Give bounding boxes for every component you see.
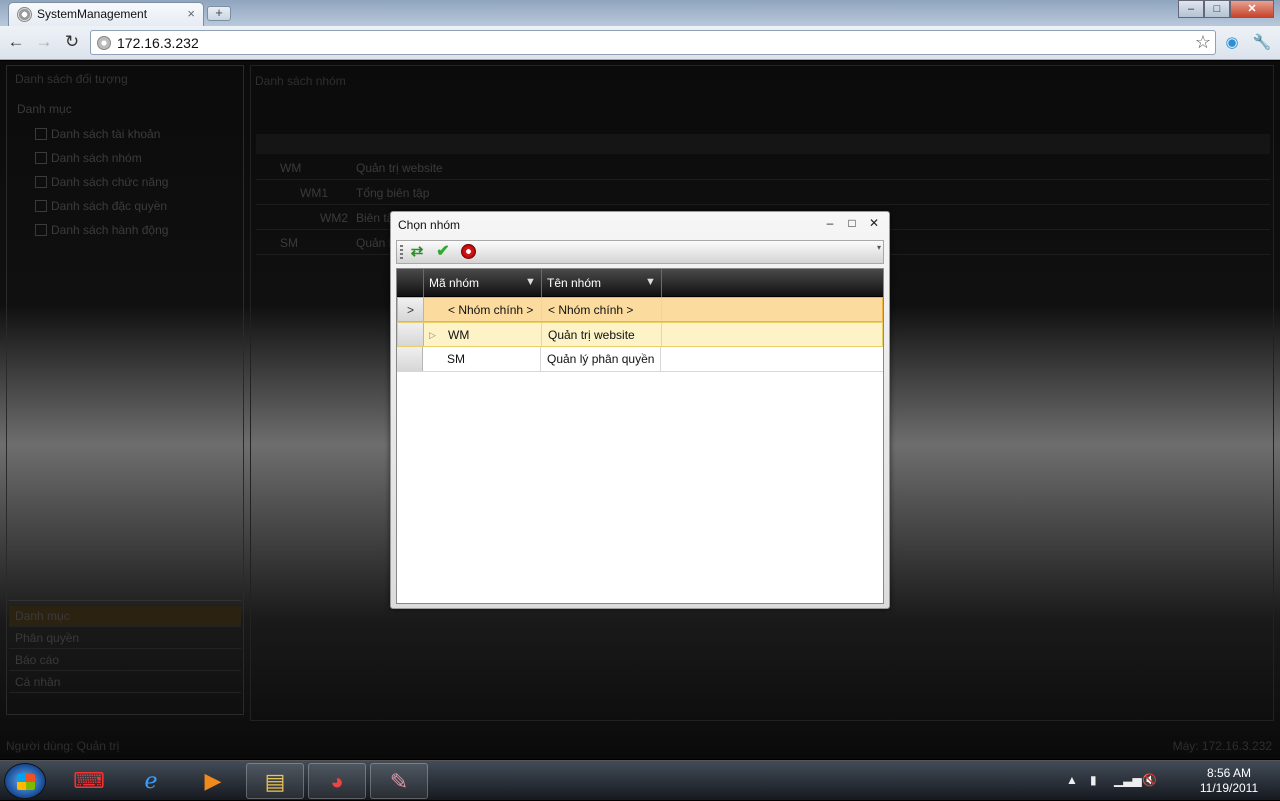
clock-date: 11/19/2011 bbox=[1199, 781, 1259, 795]
cell-code[interactable]: SM bbox=[423, 347, 541, 371]
row-indicator bbox=[397, 347, 423, 371]
left-panel: Danh sách đối tượng Danh mục Danh sách t… bbox=[6, 65, 244, 715]
group-select-grid: Mã nhóm ▼ Tên nhóm ▼ > < Nhóm chính > < … bbox=[396, 268, 884, 604]
clock[interactable]: 8:56 AM 11/19/2011 bbox=[1192, 766, 1266, 796]
action-icon bbox=[35, 224, 47, 236]
url-text: 172.16.3.232 bbox=[117, 35, 199, 51]
paint-icon[interactable]: ✎ bbox=[370, 763, 428, 799]
accordion-personal[interactable]: Cá nhân bbox=[9, 672, 241, 693]
dialog-maximize-button[interactable]: □ bbox=[845, 216, 859, 230]
browser-tab[interactable]: SystemManagement × bbox=[8, 2, 204, 26]
dialog-title: Chọn nhóm bbox=[398, 218, 461, 232]
nav-item-privileges[interactable]: Danh sách đặc quyền bbox=[51, 199, 167, 213]
bookmark-star-icon[interactable]: ☆ bbox=[1195, 32, 1211, 53]
unikey-taskbar-icon[interactable]: ⌨ bbox=[60, 763, 118, 799]
window-controls: – □ ✕ bbox=[1178, 0, 1274, 18]
cell-code[interactable]: WM bbox=[424, 323, 542, 346]
confirm-button[interactable]: ✔ bbox=[434, 243, 452, 261]
filter-icon[interactable]: ▼ bbox=[645, 277, 656, 288]
table-row[interactable]: > < Nhóm chính > < Nhóm chính > bbox=[397, 297, 883, 322]
chrome-icon[interactable]: ◕ bbox=[308, 763, 366, 799]
skype-extension-icon[interactable]: ◉ bbox=[1222, 33, 1242, 53]
grid-header bbox=[256, 134, 1270, 154]
refresh-button[interactable]: ⇄ bbox=[408, 243, 426, 261]
filter-icon[interactable]: ▼ bbox=[525, 277, 536, 288]
globe-icon bbox=[17, 7, 32, 22]
browser-toolbar: ← → ↻ 172.16.3.232 ☆ ◉ 🔧 bbox=[0, 26, 1280, 60]
tab-title: SystemManagement bbox=[37, 7, 148, 21]
row-indicator-header bbox=[397, 269, 424, 297]
windows-logo-icon bbox=[17, 774, 35, 790]
dialog-minimize-button[interactable]: – bbox=[823, 216, 837, 230]
accordion-catalog[interactable]: Danh mục bbox=[9, 606, 241, 627]
cell-code[interactable]: < Nhóm chính > bbox=[424, 298, 542, 321]
show-hidden-icons[interactable]: ▲ bbox=[1066, 773, 1078, 787]
status-machine: Máy: 172.16.3.232 bbox=[1172, 739, 1272, 753]
dialog-toolbar: ⇄ ✔ ▾ bbox=[396, 240, 884, 264]
cell-name[interactable]: Quản trị website bbox=[542, 323, 662, 346]
privilege-icon bbox=[35, 200, 47, 212]
nav-item-functions[interactable]: Danh sách chức năng bbox=[51, 175, 168, 189]
nav-item-actions[interactable]: Danh sách hành động bbox=[51, 223, 168, 237]
network-icon[interactable]: ▁▃▅ bbox=[1114, 773, 1142, 787]
choose-group-dialog: Chọn nhóm – □ ✕ ⇄ ✔ ▾ Mã nhóm ▼ Tên nhóm… bbox=[390, 211, 890, 609]
accordion-permissions[interactable]: Phân quyền bbox=[9, 628, 241, 649]
dialog-controls: – □ ✕ bbox=[823, 216, 881, 230]
toolbar-grip-icon[interactable] bbox=[400, 245, 403, 259]
file-explorer-icon[interactable]: ▤ bbox=[246, 763, 304, 799]
right-panel-title: Danh sách nhóm bbox=[255, 74, 346, 88]
nav-item-groups[interactable]: Danh sách nhóm bbox=[51, 151, 142, 165]
grid-row[interactable]: WM Quản trị website bbox=[256, 156, 1270, 180]
group-icon bbox=[35, 152, 47, 164]
cancel-button[interactable] bbox=[460, 243, 478, 261]
battery-icon[interactable]: ▮ bbox=[1090, 773, 1097, 787]
status-user: Người dùng: Quản trị bbox=[6, 739, 120, 753]
grid-header: Mã nhóm ▼ Tên nhóm ▼ bbox=[397, 269, 883, 297]
address-bar[interactable]: 172.16.3.232 ☆ bbox=[90, 30, 1216, 55]
browser-titlebar: SystemManagement × + – □ ✕ bbox=[0, 0, 1280, 26]
nav-item-accounts[interactable]: Danh sách tài khoản bbox=[51, 127, 160, 141]
cell-name[interactable]: < Nhóm chính > bbox=[542, 298, 662, 321]
cancel-icon bbox=[461, 244, 476, 259]
table-row[interactable]: SM Quản lý phân quyền bbox=[397, 347, 883, 372]
media-player-icon[interactable]: ▶ bbox=[184, 763, 242, 799]
internet-explorer-icon[interactable]: ℯ bbox=[122, 763, 180, 799]
volume-muted-icon[interactable]: 🔇 bbox=[1142, 773, 1157, 787]
system-tray: ▲ ▮ ▁▃▅ 🔇 8:56 AM 11/19/2011 bbox=[1066, 761, 1266, 801]
accordion-reports[interactable]: Báo cáo bbox=[9, 650, 241, 671]
reload-button[interactable]: ↻ bbox=[62, 32, 82, 52]
column-header-name[interactable]: Tên nhóm ▼ bbox=[542, 269, 662, 297]
back-button[interactable]: ← bbox=[6, 32, 26, 52]
clock-time: 8:56 AM bbox=[1206, 766, 1252, 780]
table-row[interactable]: ▷ WM Quản trị website bbox=[397, 322, 883, 347]
grid-row[interactable]: WM1 Tổng biên tập bbox=[256, 181, 1270, 205]
row-indicator bbox=[398, 323, 424, 346]
left-panel-title: Danh sách đối tượng bbox=[15, 72, 128, 86]
page-info-icon bbox=[97, 36, 111, 50]
dialog-close-button[interactable]: ✕ bbox=[867, 216, 881, 230]
forward-button[interactable]: → bbox=[34, 32, 54, 52]
taskbar: ⌨ ℯ ▶ ▤ ◕ ✎ ▲ ▮ ▁▃▅ 🔇 8:56 AM 11/19/2011 bbox=[0, 760, 1280, 800]
function-icon bbox=[35, 176, 47, 188]
app-status-bar: Người dùng: Quản trị Máy: 172.16.3.232 bbox=[0, 735, 1280, 759]
maximize-button[interactable]: □ bbox=[1204, 0, 1230, 18]
row-indicator: > bbox=[398, 298, 424, 321]
wrench-menu-icon[interactable]: 🔧 bbox=[1252, 33, 1272, 53]
cell-name[interactable]: Quản lý phân quyền bbox=[541, 347, 661, 371]
toolbar-overflow-icon[interactable]: ▾ bbox=[877, 243, 881, 252]
section-title: Danh mục bbox=[17, 102, 72, 116]
column-header-code[interactable]: Mã nhóm ▼ bbox=[424, 269, 542, 297]
tab-close-icon[interactable]: × bbox=[187, 6, 195, 21]
start-button[interactable] bbox=[4, 763, 46, 799]
minimize-button[interactable]: – bbox=[1178, 0, 1204, 18]
new-tab-button[interactable]: + bbox=[207, 6, 231, 21]
close-window-button[interactable]: ✕ bbox=[1230, 0, 1274, 18]
users-icon bbox=[35, 128, 47, 140]
